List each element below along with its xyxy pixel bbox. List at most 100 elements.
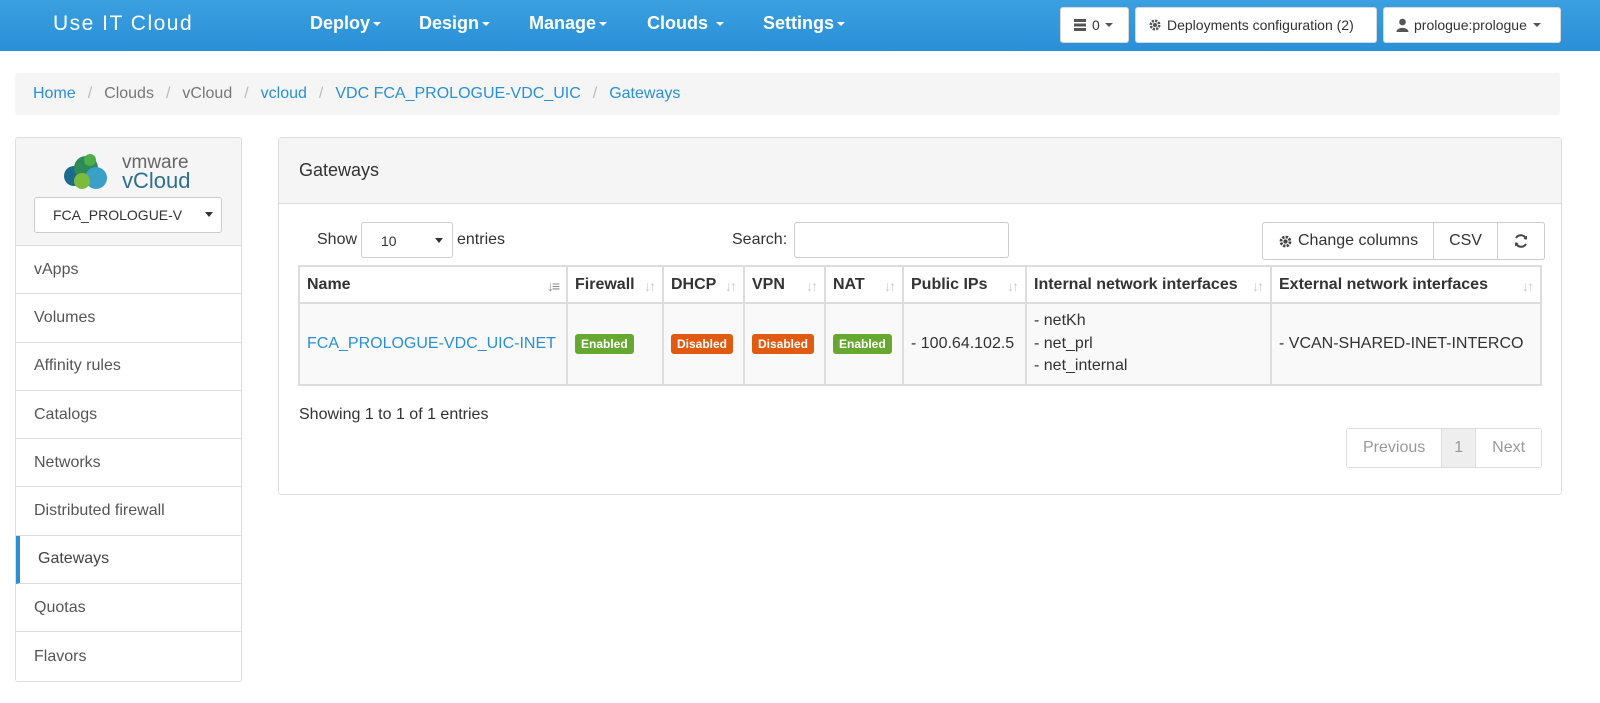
- page-length-select[interactable]: 10: [361, 222, 453, 258]
- nav-design[interactable]: Design: [419, 13, 491, 34]
- interface-item: - net_prl: [1034, 334, 1093, 352]
- pagination-next[interactable]: Next: [1476, 429, 1541, 467]
- sidebar-item-distributed-firewall[interactable]: Distributed firewall: [16, 487, 241, 536]
- sort-icon: ↓↑: [1522, 278, 1534, 294]
- pagination-previous[interactable]: Previous: [1347, 429, 1443, 467]
- breadcrumb-vcloud[interactable]: vcloud: [261, 85, 307, 103]
- status-badge: Enabled: [833, 334, 892, 354]
- user-icon: [1396, 18, 1409, 32]
- app-title[interactable]: Use IT Cloud: [53, 12, 193, 36]
- table-tools: Change columns CSV: [1262, 222, 1545, 260]
- svg-text:vCloud: vCloud: [122, 168, 190, 192]
- gateways-table: Name ↓≡ Firewall ↓↑ DHCP ↓↑ VPN ↓↑ NAT ↓↑ Pub…: [298, 265, 1542, 386]
- status-badge: Disabled: [752, 334, 815, 354]
- interface-item: - net_internal: [1034, 357, 1128, 375]
- breadcrumb: Home / Clouds / vCloud / vcloud / VDC FC…: [15, 73, 1560, 115]
- cell-vpn: Disabled: [743, 302, 826, 386]
- chevron-down-icon: [1104, 23, 1113, 27]
- breadcrumb-vcloud-type: vCloud: [182, 85, 233, 102]
- table-header-row: Name ↓≡ Firewall ↓↑ DHCP ↓↑ VPN ↓↑ NAT ↓↑ Pub…: [298, 265, 1542, 304]
- breadcrumb-separator: /: [165, 85, 171, 102]
- sidebar-item-quotas[interactable]: Quotas: [16, 584, 241, 633]
- sidebar-item-affinity-rules[interactable]: Affinity rules: [16, 343, 241, 391]
- cell-public-ips: - 100.64.102.5: [902, 302, 1027, 386]
- sidebar-item-catalogs[interactable]: Catalogs: [16, 391, 241, 440]
- gear-icon: [1279, 235, 1292, 247]
- vmware-vcloud-logo: vmware vCloud: [64, 152, 190, 192]
- chevron-down-icon: [716, 22, 725, 27]
- column-header-dhcp[interactable]: DHCP ↓↑: [662, 265, 745, 304]
- pagination-page-1[interactable]: 1: [1442, 429, 1477, 467]
- column-header-nat[interactable]: NAT ↓↑: [824, 265, 904, 304]
- chevron-down-icon: [435, 238, 443, 243]
- pagination: Previous 1 Next: [1346, 428, 1543, 468]
- chevron-down-icon: [1532, 23, 1541, 27]
- sidebar-item-flavors[interactable]: Flavors: [16, 632, 241, 680]
- deployments-config-button[interactable]: Deployments configuration (2): [1135, 7, 1377, 43]
- cell-external-interfaces: - VCAN-SHARED-INET-INTERCO: [1270, 302, 1542, 386]
- notifications-count: 0: [1092, 17, 1100, 33]
- sidebar-item-vapps[interactable]: vApps: [16, 246, 241, 295]
- gateway-name-link[interactable]: FCA_PROLOGUE-VDC_UIC-INET: [298, 302, 568, 386]
- sidebar-item-volumes[interactable]: Volumes: [16, 294, 241, 343]
- vdc-select[interactable]: FCA_PROLOGUE-V: [34, 197, 222, 233]
- sort-icon: ↓↑: [1007, 278, 1019, 294]
- vdc-select-value: FCA_PROLOGUE-V: [53, 207, 183, 223]
- column-header-external-interfaces[interactable]: External network interfaces ↓↑: [1270, 265, 1542, 304]
- breadcrumb-separator: /: [318, 85, 324, 102]
- sort-icon: ↓↑: [1252, 278, 1264, 294]
- table-row: FCA_PROLOGUE-VDC_UIC-INET Enabled Disabl…: [298, 302, 1542, 386]
- sort-icon: ↓↑: [725, 278, 737, 294]
- show-label: Show: [317, 231, 358, 248]
- deployments-config-label: Deployments configuration (2): [1167, 17, 1354, 33]
- sort-icon: ↓↑: [884, 278, 896, 294]
- nav-settings[interactable]: Settings: [763, 13, 846, 34]
- gear-icon: [1149, 19, 1161, 31]
- page-length-value: 10: [381, 233, 397, 249]
- column-header-internal-interfaces[interactable]: Internal network interfaces ↓↑: [1025, 265, 1272, 304]
- chevron-down-icon: [482, 22, 491, 27]
- sidebar-item-gateways[interactable]: Gateways: [16, 535, 241, 585]
- column-header-vpn[interactable]: VPN ↓↑: [743, 265, 826, 304]
- sidebar-item-networks[interactable]: Networks: [16, 439, 241, 488]
- entries-label: entries: [457, 231, 506, 248]
- nav-deploy[interactable]: Deploy: [310, 13, 382, 34]
- gateways-panel: Gateways Show 10 entries Search: Change …: [278, 137, 1562, 495]
- status-badge: Enabled: [575, 334, 634, 354]
- refresh-icon: [1514, 234, 1527, 248]
- breadcrumb-home[interactable]: Home: [33, 85, 76, 103]
- cell-internal-interfaces: - netKh - net_prl - net_internal: [1025, 302, 1272, 386]
- cell-firewall: Enabled: [566, 302, 664, 386]
- user-menu-button[interactable]: prologue:prologue: [1383, 7, 1561, 43]
- change-columns-button[interactable]: Change columns: [1263, 223, 1435, 259]
- notifications-button[interactable]: 0: [1060, 7, 1129, 43]
- sort-asc-icon: ↓≡: [546, 278, 560, 294]
- nav-clouds[interactable]: Clouds: [647, 13, 725, 34]
- csv-button[interactable]: CSV: [1434, 223, 1498, 259]
- sidebar-header: vmware vCloud FCA_PROLOGUE-V: [16, 138, 241, 246]
- breadcrumb-gateways[interactable]: Gateways: [609, 85, 680, 103]
- top-navbar: Use IT Cloud Deploy Design Manage Clouds…: [0, 0, 1600, 51]
- sort-icon: ↓↑: [644, 278, 656, 294]
- search-label: Search:: [732, 231, 788, 248]
- sort-icon: ↓↑: [806, 278, 818, 294]
- breadcrumb-clouds: Clouds: [104, 85, 154, 102]
- chevron-down-icon: [373, 22, 382, 27]
- search-input[interactable]: [794, 222, 1009, 258]
- column-header-firewall[interactable]: Firewall ↓↑: [566, 265, 664, 304]
- cell-nat: Enabled: [824, 302, 904, 386]
- breadcrumb-separator: /: [87, 85, 93, 102]
- column-header-public-ips[interactable]: Public IPs ↓↑: [902, 265, 1027, 304]
- panel-title: Gateways: [279, 138, 1561, 204]
- table-info: Showing 1 to 1 of 1 entries: [299, 406, 489, 423]
- chevron-down-icon: [205, 212, 213, 217]
- chevron-down-icon: [837, 22, 846, 27]
- column-header-name[interactable]: Name ↓≡: [298, 265, 568, 304]
- status-badge: Disabled: [671, 334, 734, 354]
- cell-dhcp: Disabled: [662, 302, 745, 386]
- sidebar: vmware vCloud FCA_PROLOGUE-V vApps Volum…: [15, 137, 242, 682]
- nav-manage[interactable]: Manage: [529, 13, 608, 34]
- refresh-button[interactable]: [1498, 223, 1544, 259]
- server-icon: [1074, 19, 1086, 31]
- breadcrumb-vdc[interactable]: VDC FCA_PROLOGUE-VDC_UIC: [335, 85, 580, 103]
